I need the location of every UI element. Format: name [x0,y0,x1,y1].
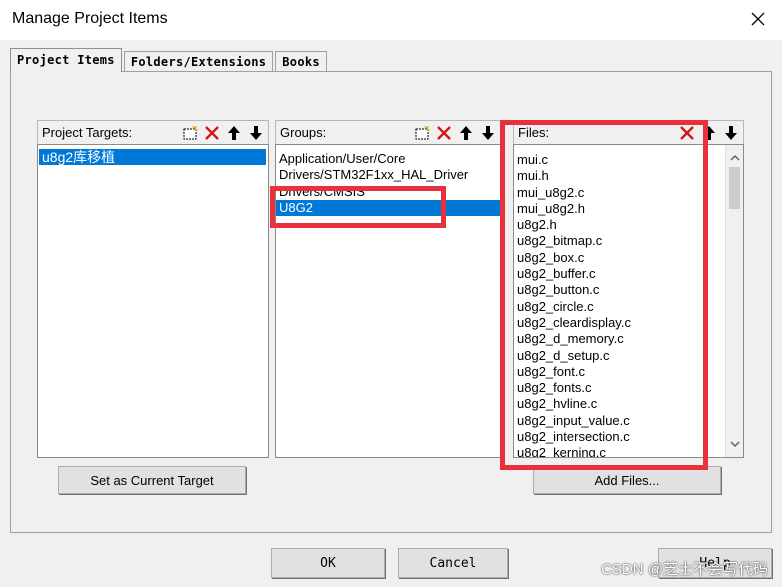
file-item[interactable]: u8g2_hvline.c [514,396,725,412]
targets-header-label: Project Targets: [42,125,133,140]
files-scrollbar[interactable] [725,145,743,457]
files-move-up-button[interactable] [699,123,719,143]
ok-button[interactable]: OK [271,548,385,578]
files-delete-button[interactable] [677,123,697,143]
file-item[interactable]: u8g2_circle.c [514,299,725,315]
group-item[interactable]: Drivers/STM32F1xx_HAL_Driver [276,167,500,183]
groups-list[interactable]: Application/User/Core Drivers/STM32F1xx_… [275,144,501,458]
file-item[interactable]: u8g2_d_memory.c [514,331,725,347]
file-item[interactable]: u8g2_fonts.c [514,380,725,396]
file-item[interactable]: mui.h [514,168,725,184]
files-list[interactable]: mui.c mui.h mui_u8g2.c mui_u8g2.h u8g2.h… [513,144,744,458]
group-item[interactable]: U8G2 [276,199,500,217]
move-down-icon [482,125,494,140]
set-current-target-button[interactable]: Set as Current Target [58,466,246,494]
file-item[interactable]: u8g2_bitmap.c [514,233,725,249]
delete-icon [205,125,219,140]
groups-header: Groups: [275,120,501,144]
targets-new-button[interactable] [180,123,200,143]
tab-strip: Project Items Folders/Extensions Books [10,48,329,72]
file-item[interactable]: u8g2_box.c [514,250,725,266]
close-icon [751,12,765,26]
groups-new-button[interactable] [412,123,432,143]
move-up-icon [228,125,240,140]
tab-books[interactable]: Books [275,51,327,72]
move-up-icon [703,125,715,140]
close-button[interactable] [744,6,772,32]
files-header: Files: [513,120,744,144]
move-up-icon [460,125,472,140]
add-files-button[interactable]: Add Files... [533,466,721,494]
watermark: CSDN @芝士不会写代码 [601,561,768,578]
file-item[interactable]: u8g2_input_value.c [514,413,725,429]
targets-header: Project Targets: [37,120,269,144]
window-title: Manage Project Items [12,10,168,27]
tab-folders-extensions[interactable]: Folders/Extensions [123,51,274,72]
file-item[interactable]: mui.c [514,152,725,168]
file-item[interactable]: u8g2.h [514,217,725,233]
new-item-icon [183,125,198,139]
file-item[interactable]: mui_u8g2.c [514,185,725,201]
file-item[interactable]: u8g2_cleardisplay.c [514,315,725,331]
file-item[interactable]: u8g2_font.c [514,364,725,380]
chevron-down-icon [729,441,740,448]
targets-list[interactable]: u8g2库移植 [37,144,269,458]
file-item[interactable]: u8g2_d_setup.c [514,348,725,364]
scroll-down-button[interactable] [726,436,743,453]
targets-delete-button[interactable] [202,123,222,143]
tab-project-items[interactable]: Project Items [10,48,122,72]
manage-project-items-dialog: Manage Project Items Project Items Folde… [0,0,782,587]
files-header-label: Files: [518,125,550,140]
move-down-icon [725,125,737,140]
targets-move-up-button[interactable] [224,123,244,143]
group-item[interactable]: Drivers/CMSIS [276,184,500,200]
groups-header-label: Groups: [280,125,327,140]
scroll-up-button[interactable] [726,149,743,166]
group-item[interactable]: Application/User/Core [276,151,500,167]
scroll-thumb[interactable] [729,167,740,209]
file-item[interactable]: u8g2_intersection.c [514,429,725,445]
groups-move-down-button[interactable] [478,123,498,143]
groups-delete-button[interactable] [434,123,454,143]
move-down-icon [250,125,262,140]
file-item[interactable]: mui_u8g2.h [514,201,725,217]
groups-move-up-button[interactable] [456,123,476,143]
delete-icon [680,125,694,140]
file-item[interactable]: u8g2_button.c [514,282,725,298]
target-item[interactable]: u8g2库移植 [39,149,266,166]
cancel-button[interactable]: Cancel [398,548,508,578]
chevron-up-icon [729,154,740,161]
files-move-down-button[interactable] [721,123,741,143]
delete-icon [437,125,451,140]
file-item[interactable]: u8g2_buffer.c [514,266,725,282]
new-item-icon [415,125,430,139]
title-bar: Manage Project Items [0,0,782,40]
file-item[interactable]: u8g2_kerning.c [514,445,725,457]
targets-move-down-button[interactable] [246,123,266,143]
